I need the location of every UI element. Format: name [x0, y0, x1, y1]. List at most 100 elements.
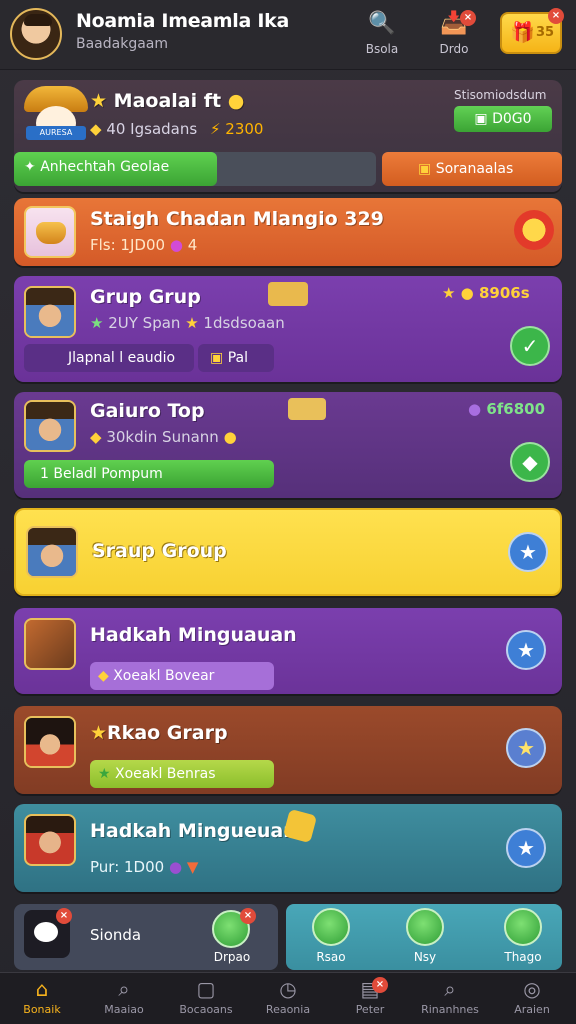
group-pill-secondary-text: Pal — [227, 350, 248, 366]
friend-label-1: Rsao — [316, 950, 346, 964]
chat-sub-label: Drpao — [213, 950, 251, 964]
star-icon: ★ — [90, 90, 108, 112]
gift-icon: 🎁 — [510, 20, 535, 44]
group-pill[interactable]: Jlapnal l eaudio — [24, 344, 194, 372]
search-icon: 🔍 — [368, 11, 396, 36]
clock-icon: ◷ — [279, 977, 297, 1001]
close-icon[interactable]: × — [240, 908, 256, 924]
favorite-button[interactable]: ★ — [506, 630, 546, 670]
featured-subtitle: ◆ 40 Igsadans ⚡ 2300 — [90, 120, 263, 138]
top-header: Noamia Imeamla Ika Baadakgaam 🔍 Bsola 📥 … — [0, 0, 576, 70]
promo-card[interactable]: Staigh Chadan Mlangio 329 Fls: 1JD00 ● 4 — [14, 198, 562, 266]
nav-label: Araien — [514, 1003, 550, 1016]
group-event-card[interactable]: ★Rkao Grarp ★ Xoeakl Benras ★ — [14, 706, 562, 794]
favorite-button[interactable]: ★ — [506, 728, 546, 768]
star-icon: ★ — [517, 638, 535, 662]
highlight-title: Sraup Group — [92, 540, 227, 562]
book-icon — [268, 282, 308, 306]
group-value-text: 8906s — [478, 284, 530, 302]
friend-label-2: Nsy — [413, 950, 437, 964]
star-icon: ★ — [185, 314, 204, 332]
mission-subtitle-text: Pur: 1D00 — [90, 858, 165, 876]
group-pill-secondary[interactable]: ▣ Pal — [198, 344, 274, 372]
shield-icon: ▼ — [186, 858, 199, 876]
close-icon[interactable]: × — [548, 8, 564, 24]
magnifier-icon: ⌕ — [444, 977, 456, 1001]
event-card[interactable]: Hadkah Minguauan ◆ Xoeakl Bovear ★ — [14, 608, 562, 694]
nav-label: Rinanhnes — [421, 1003, 479, 1016]
chat-panel[interactable]: × Sionda × Drpao — [14, 904, 278, 970]
progress-label: ✦ Anhechtah Geolae — [24, 159, 169, 175]
nav-item-home[interactable]: ⌂ Bonaik — [6, 977, 78, 1023]
profile-avatar[interactable] — [10, 8, 62, 60]
nav-item-magnifier[interactable]: ⌕ Rinanhnes — [414, 977, 486, 1023]
featured-card[interactable]: AURESA ★ Maoalai ft ● ◆ 40 Igsadans ⚡ 23… — [14, 80, 562, 192]
friends-panel[interactable]: Rsao Nsy Thago — [286, 904, 562, 970]
group-meta: 1dsdsoaan — [203, 314, 285, 332]
avatar — [24, 400, 76, 452]
gear-icon[interactable] — [514, 210, 554, 250]
star-icon: ★ — [90, 722, 108, 744]
coin-icon: ◆ — [90, 428, 107, 446]
promo-subtitle-text: Fls: 1JD00 — [90, 236, 166, 254]
highlight-card[interactable]: Sraup Group ★ — [14, 508, 562, 596]
square-icon: ▢ — [196, 977, 216, 1001]
nav-label: Peter — [355, 1003, 385, 1016]
featured-title: ★ Maoalai ft ● — [90, 90, 244, 112]
gift-icon: ▣ — [474, 111, 493, 127]
trophy-icon: ▣ — [418, 161, 432, 177]
promo-meta: 4 — [187, 236, 198, 254]
featured-title-text: Maoalai ft — [113, 90, 222, 112]
coin-shop-button[interactable]: 🎁 35 × — [500, 8, 564, 54]
mission-subtitle: Pur: 1D00 ● ▼ — [90, 858, 198, 876]
progress-label-text: Anhechtah Geolae — [40, 159, 170, 175]
close-icon[interactable]: × — [372, 977, 388, 993]
app-root: Noamia Imeamla Ika Baadakgaam 🔍 Bsola 📥 … — [0, 0, 576, 1024]
mission-card[interactable]: Hadkah Mingueuan Pur: 1D00 ● ▼ ★ — [14, 804, 562, 892]
tournament-subtitle: ◆ 30kdin Sunann ● — [90, 428, 237, 446]
group-event-pill[interactable]: ★ Xoeakl Benras — [90, 760, 274, 788]
favorite-button[interactable]: ★ — [508, 532, 548, 572]
bottom-nav: ⌂ Bonaik ⌕ Maaiao ▢ Bocaoans ◷ Reaonia ▤… — [0, 972, 576, 1024]
nav-label: Bocaoans — [179, 1003, 233, 1016]
compass-icon: ◎ — [523, 977, 541, 1001]
progress-bar: ✦ Anhechtah Geolae — [14, 152, 376, 186]
nav-item-search[interactable]: ⌕ Maaiao — [88, 977, 160, 1023]
check-button[interactable]: ✓ — [510, 326, 550, 366]
nav-item-clock[interactable]: ◷ Reaonia — [252, 977, 324, 1023]
gem-icon: ● — [168, 858, 187, 876]
tournament-bar[interactable]: 1 Beladl Pompum — [24, 460, 274, 488]
tournament-value-text: 6f6800 — [486, 400, 546, 418]
event-pill[interactable]: ◆ Xoeakl Bovear — [90, 662, 274, 690]
secondary-button[interactable]: ▣ Soranaalas — [382, 152, 562, 186]
friend-icon[interactable] — [312, 908, 350, 946]
close-icon[interactable]: × — [460, 10, 476, 26]
inbox-label: Drdo — [439, 42, 469, 56]
star-icon: ★ — [517, 736, 535, 760]
tournament-title: Gaiuro Top — [90, 400, 205, 422]
friend-icon[interactable] — [406, 908, 444, 946]
play-button[interactable]: ◆ — [510, 442, 550, 482]
nav-item-compass[interactable]: ◎ Araien — [496, 977, 568, 1023]
friend-icon[interactable] — [504, 908, 542, 946]
favorite-button[interactable]: ★ — [506, 828, 546, 868]
chat-label: Sionda — [90, 926, 142, 944]
promo-title: Staigh Chadan Mlangio 329 — [90, 208, 384, 230]
inbox-button[interactable]: 📥 Drdo × — [426, 8, 482, 62]
top-label: Stisomiodsdum — [454, 88, 547, 102]
tournament-value: ● 6f6800 — [468, 400, 545, 418]
search-label: Bsola — [365, 42, 399, 56]
app-title: Noamia Imeamla Ika — [76, 10, 289, 32]
group-card[interactable]: Grup Grup ★ 2UY Span ★ 1dsdsoaan ★ ● 890… — [14, 276, 562, 382]
close-icon[interactable]: × — [56, 908, 72, 924]
group-title: Grup Grup — [90, 286, 201, 308]
diamond-icon: ◆ — [522, 450, 538, 474]
nav-item-square[interactable]: ▢ Bocaoans — [170, 977, 242, 1023]
pastry-icon — [24, 206, 76, 258]
nav-item-document[interactable]: ▤ Peter × — [334, 977, 406, 1023]
claim-button[interactable]: ▣ D0G0 — [454, 106, 552, 132]
search-button[interactable]: 🔍 Bsola — [354, 8, 410, 62]
bolt-icon: ⚡ — [209, 120, 221, 138]
tournament-card[interactable]: Gaiuro Top ◆ 30kdin Sunann ● ● 6f6800 1 … — [14, 392, 562, 498]
mascot-ribbon: AURESA — [26, 126, 86, 140]
